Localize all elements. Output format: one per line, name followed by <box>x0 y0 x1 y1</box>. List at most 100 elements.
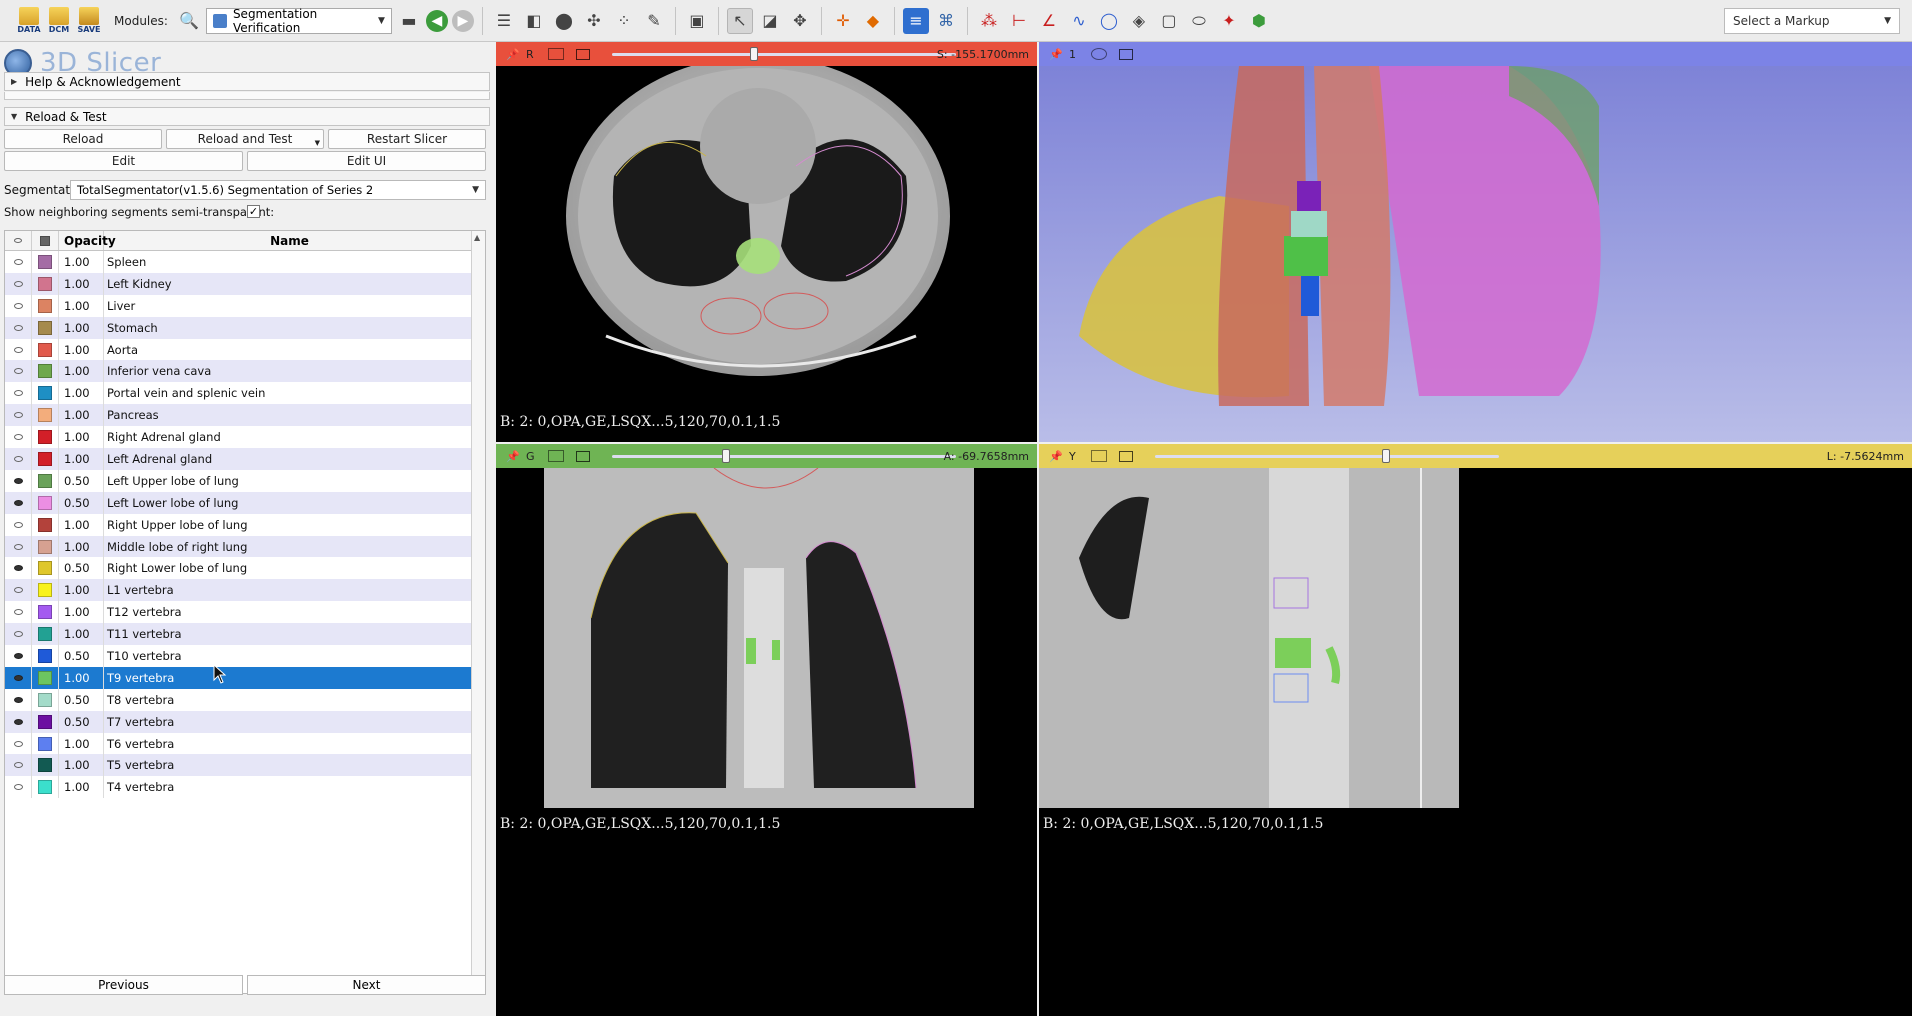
segment-color-cell[interactable] <box>32 426 59 449</box>
table-row[interactable]: 1.00 T11 vertebra <box>5 623 473 646</box>
name-header[interactable]: Name <box>104 231 473 250</box>
markups-module-icon[interactable]: ⁘ <box>611 8 637 34</box>
markup-to-model-icon[interactable]: ⬢ <box>1246 8 1272 34</box>
visibility-toggle[interactable] <box>5 557 32 580</box>
segment-name-cell[interactable]: T4 vertebra <box>104 776 473 799</box>
opacity-cell[interactable]: 1.00 <box>59 251 104 273</box>
segment-name-cell[interactable]: Right Lower lobe of lung <box>104 557 473 580</box>
segment-color-cell[interactable] <box>32 469 59 492</box>
red-slice-view[interactable]: 📌 R S: -155.1700mm B: 2: 0,OPA,GE,LSQX..… <box>496 42 1037 442</box>
visibility-toggle[interactable] <box>5 316 32 339</box>
visibility-toggle[interactable] <box>5 710 32 733</box>
opacity-cell[interactable]: 1.00 <box>59 754 104 777</box>
table-scrollbar[interactable]: ▲ ▼ <box>471 231 485 993</box>
table-row[interactable]: 0.50 T8 vertebra <box>5 688 473 711</box>
link-icon[interactable] <box>548 450 564 462</box>
green-slice-slider[interactable] <box>612 448 956 463</box>
segment-name-cell[interactable]: T11 vertebra <box>104 623 473 646</box>
segment-name-cell[interactable]: Pancreas <box>104 404 473 427</box>
visibility-toggle[interactable] <box>5 688 32 711</box>
segment-name-cell[interactable]: Inferior vena cava <box>104 360 473 383</box>
markup-selector[interactable]: Select a Markup ▼ <box>1724 8 1900 34</box>
segment-color-cell[interactable] <box>32 754 59 777</box>
scroll-up-icon[interactable]: ▲ <box>474 233 480 242</box>
center-view-icon[interactable] <box>1091 48 1107 60</box>
transforms-icon[interactable]: ✣ <box>581 8 607 34</box>
visibility-toggle[interactable] <box>5 645 32 667</box>
coronal-image[interactable]: B: 2: 0,OPA,GE,LSQX...5,120,70,0.1,1.5 <box>496 467 1037 1016</box>
visibility-toggle[interactable] <box>5 294 32 317</box>
segment-color-cell[interactable] <box>32 732 59 755</box>
slider-handle[interactable] <box>749 46 758 61</box>
visibility-toggle[interactable] <box>5 469 32 492</box>
table-row[interactable]: 1.00 Right Adrenal gland <box>5 426 473 449</box>
slider-handle[interactable] <box>1382 448 1391 463</box>
opacity-cell[interactable]: 0.50 <box>59 491 104 514</box>
opacity-cell[interactable]: 1.00 <box>59 360 104 383</box>
opacity-cell[interactable]: 1.00 <box>59 382 104 405</box>
table-row[interactable]: 1.00 Left Kidney <box>5 272 473 295</box>
opacity-cell[interactable]: 1.00 <box>59 513 104 536</box>
opacity-cell[interactable]: 1.00 <box>59 776 104 799</box>
opacity-cell[interactable]: 1.00 <box>59 579 104 602</box>
pin-icon[interactable]: 📌 <box>1049 48 1063 61</box>
segment-name-cell[interactable]: Liver <box>104 294 473 317</box>
table-row[interactable]: 1.00 T6 vertebra <box>5 732 473 755</box>
visibility-toggle[interactable] <box>5 776 32 799</box>
opacity-cell[interactable]: 0.50 <box>59 557 104 580</box>
opacity-cell[interactable]: 1.00 <box>59 535 104 558</box>
segment-name-cell[interactable]: Spleen <box>104 251 473 273</box>
table-row[interactable]: 1.00 Spleen <box>5 251 473 273</box>
visibility-toggle[interactable] <box>5 251 32 273</box>
load-data-button[interactable]: DATA <box>16 6 42 36</box>
visibility-toggle[interactable] <box>5 448 32 470</box>
yellow-slice-view[interactable]: 📌 Y L: -7.5624mm B: 2: 0,OPA,GE,LSQX...5… <box>1039 444 1912 1016</box>
neighbor-transparency-checkbox[interactable]: ✓ <box>247 205 260 218</box>
visibility-toggle[interactable] <box>5 404 32 427</box>
opacity-cell[interactable]: 0.50 <box>59 688 104 711</box>
3d-render[interactable] <box>1039 66 1912 442</box>
segment-color-cell[interactable] <box>32 710 59 733</box>
opacity-cell[interactable]: 1.00 <box>59 426 104 449</box>
segment-name-cell[interactable]: T5 vertebra <box>104 754 473 777</box>
reload-and-test-button[interactable]: Reload and Test ▼ <box>166 129 324 149</box>
table-row[interactable]: 1.00 Right Upper lobe of lung <box>5 513 473 536</box>
previous-button[interactable]: Previous <box>4 975 243 995</box>
red-slice-slider[interactable] <box>612 46 956 61</box>
table-row[interactable]: 1.00 T9 vertebra <box>5 666 473 689</box>
segment-name-cell[interactable]: Portal vein and splenic vein <box>104 382 473 405</box>
segment-color-cell[interactable] <box>32 776 59 799</box>
visibility-header-icon[interactable] <box>5 231 32 250</box>
segment-name-cell[interactable]: Right Adrenal gland <box>104 426 473 449</box>
plane-icon[interactable]: ◈ <box>1126 8 1152 34</box>
visibility-toggle[interactable] <box>5 513 32 536</box>
next-button[interactable]: Next <box>247 975 486 995</box>
opacity-header[interactable]: Opacity <box>59 231 116 250</box>
opacity-cell[interactable]: 0.50 <box>59 469 104 492</box>
table-row[interactable]: 1.00 Pancreas <box>5 404 473 427</box>
visibility-toggle[interactable] <box>5 360 32 383</box>
segment-name-cell[interactable]: Left Adrenal gland <box>104 448 473 470</box>
segment-color-cell[interactable] <box>32 294 59 317</box>
module-history-icon[interactable]: ▬ <box>396 8 422 34</box>
maximize-view-icon[interactable] <box>576 450 590 462</box>
layout-icon[interactable]: ◆ <box>860 8 886 34</box>
crosshair-toggle-icon[interactable]: ✥ <box>787 8 813 34</box>
module-selector[interactable]: Segmentation Verification ▼ <box>205 7 392 35</box>
table-row[interactable]: 1.00 Left Adrenal gland <box>5 448 473 470</box>
open-curve-icon[interactable]: ∿ <box>1066 8 1092 34</box>
forward-arrow-icon[interactable]: ▶ <box>451 9 474 32</box>
table-row[interactable]: 0.50 T10 vertebra <box>5 645 473 667</box>
visibility-toggle[interactable] <box>5 535 32 558</box>
persistent-place-icon[interactable]: ✦ <box>1216 8 1242 34</box>
segment-color-cell[interactable] <box>32 601 59 624</box>
reload-button[interactable]: Reload <box>4 129 162 149</box>
opacity-cell[interactable]: 1.00 <box>59 404 104 427</box>
yellow-slice-slider[interactable] <box>1155 448 1499 463</box>
segment-editor-icon[interactable]: ✎ <box>641 8 667 34</box>
models-icon[interactable]: ◧ <box>521 8 547 34</box>
maximize-view-icon[interactable] <box>1119 450 1133 462</box>
roi-icon[interactable]: ▢ <box>1156 8 1182 34</box>
segment-name-cell[interactable]: T12 vertebra <box>104 601 473 624</box>
maximize-view-icon[interactable] <box>1119 48 1133 60</box>
